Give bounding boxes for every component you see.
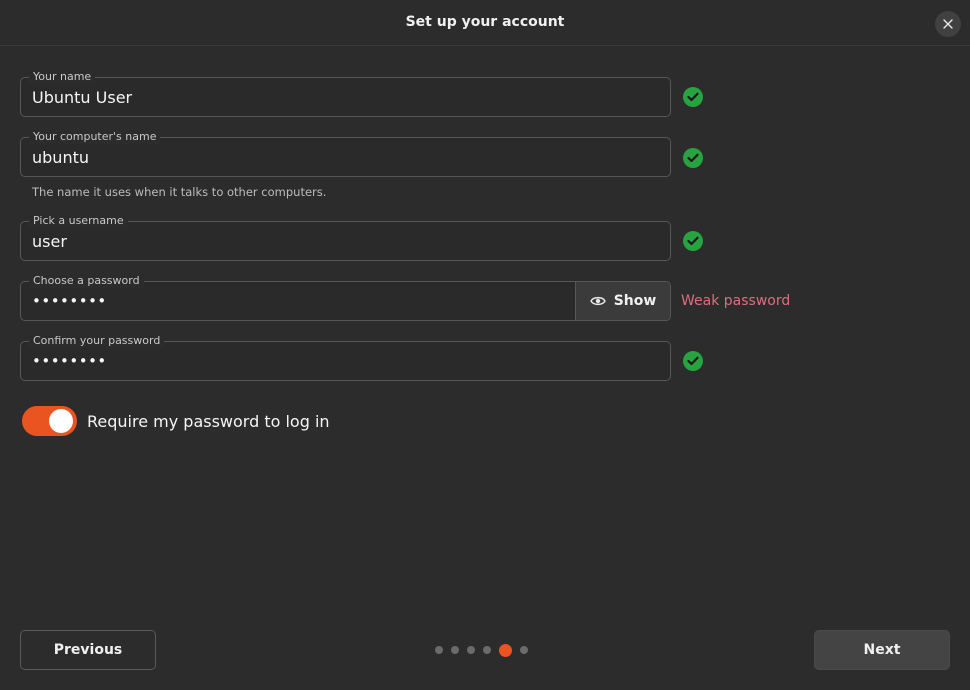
title-bar: Set up your account: [0, 0, 970, 46]
computer-name-helper: The name it uses when it talks to other …: [32, 185, 327, 199]
password-field[interactable]: Choose a password •••••••• Show: [20, 274, 671, 321]
confirm-password-valid-check-icon: [683, 351, 703, 371]
page-dot-2: [451, 646, 459, 654]
name-field-value: Ubuntu User: [32, 88, 133, 107]
window-title: Set up your account: [405, 14, 565, 30]
password-field-label: Choose a password: [29, 274, 144, 288]
confirm-password-field-value: ••••••••: [32, 352, 107, 370]
require-password-label: Require my password to log in: [87, 412, 330, 431]
require-password-toggle[interactable]: [22, 406, 77, 436]
username-field-value: user: [32, 232, 67, 251]
password-field-value: ••••••••: [32, 292, 107, 310]
name-field[interactable]: Your name Ubuntu User: [20, 70, 671, 117]
show-password-button[interactable]: Show: [575, 282, 670, 320]
page-dot-5-current: [499, 643, 512, 657]
previous-button[interactable]: Previous: [20, 630, 156, 670]
computer-name-field[interactable]: Your computer's name ubuntu: [20, 130, 671, 177]
close-icon: [943, 19, 953, 29]
computer-name-field-label: Your computer's name: [29, 130, 161, 144]
username-field-label: Pick a username: [29, 214, 128, 228]
page-dot-4: [483, 646, 491, 654]
name-valid-check-icon: [683, 87, 703, 107]
page-dot-3: [467, 646, 475, 654]
show-password-label: Show: [613, 293, 657, 309]
username-field[interactable]: Pick a username user: [20, 214, 671, 261]
confirm-password-field-label: Confirm your password: [29, 334, 165, 348]
confirm-password-field[interactable]: Confirm your password ••••••••: [20, 334, 671, 381]
name-field-label: Your name: [29, 70, 96, 84]
page-dot-1: [435, 646, 443, 654]
computer-name-field-value: ubuntu: [32, 148, 89, 167]
close-button[interactable]: [935, 11, 961, 37]
page-indicator: [435, 642, 545, 658]
next-button[interactable]: Next: [814, 630, 950, 670]
username-valid-check-icon: [683, 231, 703, 251]
page-dot-6: [520, 646, 528, 654]
computer-name-valid-check-icon: [683, 148, 703, 168]
password-strength-text: Weak password: [681, 293, 791, 309]
eye-icon: [589, 296, 606, 306]
toggle-knob: [49, 409, 73, 433]
